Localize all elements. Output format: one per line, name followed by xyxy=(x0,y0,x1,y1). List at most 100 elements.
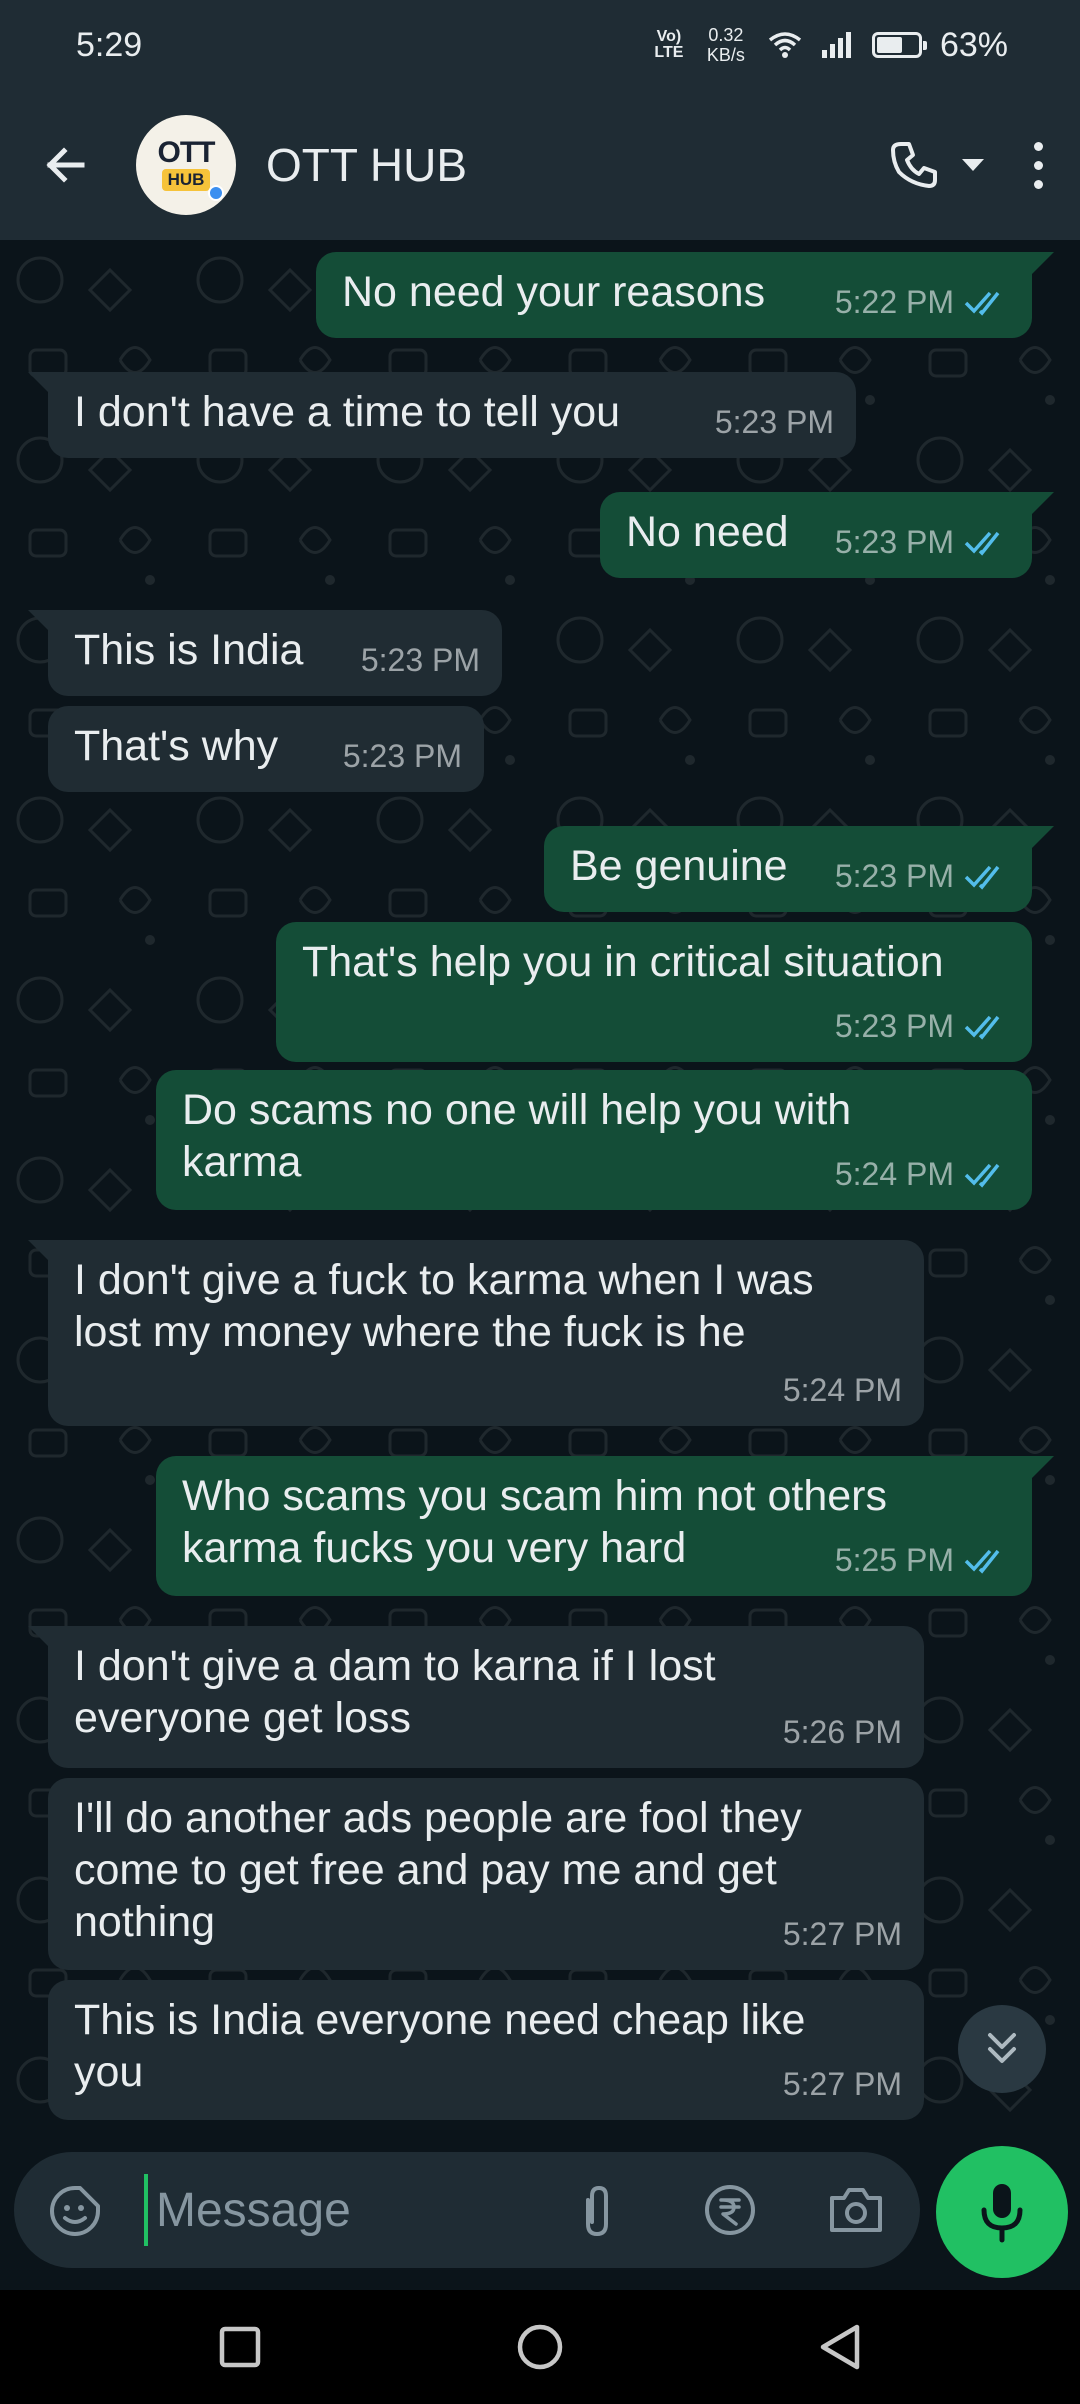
message-bubble-incoming[interactable]: This is India 5:23 PM xyxy=(28,610,502,696)
message-bubble-incoming[interactable]: I'll do another ads people are fool they… xyxy=(48,1778,924,1970)
verified-badge-icon xyxy=(208,185,224,201)
message-bubble-incoming[interactable]: I don't give a fuck to karma when I was … xyxy=(28,1240,924,1426)
message-text: This is India xyxy=(74,626,304,674)
message-bubble-outgoing[interactable]: No need your reasons 5:22 PM xyxy=(316,252,1054,338)
network-speed-value: 0.32 xyxy=(708,25,744,45)
message-time: 5:23 PM xyxy=(360,642,480,678)
message-time: 5:22 PM xyxy=(834,284,954,320)
arrow-left-icon xyxy=(46,147,85,183)
message-time: 5:23 PM xyxy=(834,858,954,894)
triangle-back-icon xyxy=(820,2324,860,2370)
message-meta: 5:23 PM xyxy=(835,516,1010,568)
status-bar: 5:29 Vo) LTE 0.32 KB/s 63% xyxy=(0,0,1080,90)
voice-message-button[interactable] xyxy=(936,2146,1068,2278)
message-time: 5:27 PM xyxy=(782,2066,902,2102)
message-text: No need your reasons xyxy=(342,268,766,316)
message-bubble-outgoing[interactable]: That's help you in critical situation 5:… xyxy=(276,922,1032,1062)
message-text-line: come to get free and pay me and get xyxy=(74,1846,777,1894)
message-text-line: everyone get loss xyxy=(74,1694,412,1742)
message-meta: 5:23 PM xyxy=(715,396,834,448)
message-bubble-outgoing[interactable]: Who scams you scam him not others karma … xyxy=(156,1456,1054,1596)
read-ticks-icon xyxy=(964,1015,1000,1040)
square-icon xyxy=(219,2326,261,2368)
network-speed: 0.32 KB/s xyxy=(702,25,750,65)
message-time: 5:23 PM xyxy=(342,738,462,774)
battery-icon xyxy=(871,32,927,58)
message-text: That's why xyxy=(74,722,279,770)
message-text-line: This is India everyone need cheap like xyxy=(74,1996,806,2044)
avatar-logo-text: OTT xyxy=(157,136,216,169)
message-meta: 5:27 PM xyxy=(783,2058,902,2110)
phone-icon xyxy=(891,142,937,188)
volte-lte-icon: Vo) LTE xyxy=(654,28,684,61)
message-text-line: lost my money where the fuck is he xyxy=(74,1308,746,1356)
avatar[interactable]: OTT HUB xyxy=(136,115,236,215)
message-bubble-outgoing[interactable]: Be genuine 5:23 PM xyxy=(544,826,1054,912)
message-text-line: karma fucks you very hard xyxy=(182,1524,687,1572)
message-time: 5:23 PM xyxy=(714,404,834,440)
message-text-line: I don't give a dam to karna if I lost xyxy=(74,1642,716,1690)
message-time: 5:27 PM xyxy=(782,1916,902,1952)
home-button[interactable] xyxy=(510,2317,570,2377)
message-text-line: I don't give a fuck to karma when I was xyxy=(74,1256,814,1304)
recents-button[interactable] xyxy=(210,2317,270,2377)
read-ticks-icon xyxy=(964,531,1000,556)
message-time: 5:26 PM xyxy=(782,1714,902,1750)
message-meta: 5:22 PM xyxy=(835,276,1010,328)
microphone-icon xyxy=(981,2184,1023,2243)
more-vert-icon xyxy=(1033,141,1043,151)
wifi-icon xyxy=(768,32,802,58)
message-text-line: I'll do another ads people are fool they xyxy=(74,1794,802,1842)
paperclip-icon[interactable] xyxy=(570,2182,626,2238)
message-meta: 5:26 PM xyxy=(783,1706,902,1758)
call-options-dropdown[interactable] xyxy=(962,159,984,171)
message-bubble-outgoing[interactable]: Do scams no one will help you with karma… xyxy=(156,1070,1032,1210)
message-bubble-incoming[interactable]: This is India everyone need cheap like y… xyxy=(48,1980,924,2120)
message-bubble-incoming[interactable]: That's why 5:23 PM xyxy=(48,706,484,792)
status-time: 5:29 xyxy=(76,25,143,64)
read-ticks-icon xyxy=(964,291,1000,316)
sticker-icon[interactable] xyxy=(48,2184,102,2238)
rupee-icon[interactable] xyxy=(702,2182,758,2238)
message-text-line: Do scams no one will help you with xyxy=(182,1086,852,1134)
battery-percent: 63% xyxy=(939,25,1008,64)
voice-call-button[interactable] xyxy=(884,135,944,195)
message-list[interactable]: No need your reasons 5:22 PM I don't hav… xyxy=(0,240,1080,2140)
message-meta: 5:24 PM xyxy=(835,1148,1010,1200)
battery-fill xyxy=(876,37,902,53)
camera-icon[interactable] xyxy=(826,2182,886,2238)
back-button[interactable] xyxy=(38,137,94,193)
message-time: 5:23 PM xyxy=(834,1008,954,1044)
status-icons: Vo) LTE 0.32 KB/s 63% xyxy=(654,25,1008,65)
message-text: Be genuine xyxy=(570,842,788,890)
scroll-to-bottom-button[interactable] xyxy=(958,2005,1046,2093)
network-speed-unit: KB/s xyxy=(706,45,745,65)
message-text-line: nothing xyxy=(74,1898,216,1946)
more-options-button[interactable] xyxy=(1028,135,1048,195)
message-input[interactable] xyxy=(144,2174,564,2246)
message-meta: 5:23 PM xyxy=(343,730,462,782)
system-navigation-bar xyxy=(0,2290,1080,2404)
message-time: 5:25 PM xyxy=(834,1542,954,1578)
message-meta: 5:23 PM xyxy=(361,634,480,686)
message-bubble-outgoing[interactable]: No need 5:23 PM xyxy=(600,492,1054,578)
message-text-line: you xyxy=(74,2048,144,2096)
read-ticks-icon xyxy=(964,865,1000,890)
message-bubble-incoming[interactable]: I don't give a dam to karna if I lost ev… xyxy=(28,1626,924,1768)
message-text: That's help you in critical situation xyxy=(302,938,944,986)
message-meta: 5:24 PM xyxy=(783,1364,902,1416)
header-actions xyxy=(884,135,1048,195)
composer-bar xyxy=(14,2152,920,2268)
contact-name[interactable]: OTT HUB xyxy=(266,138,467,192)
message-time: 5:24 PM xyxy=(834,1156,954,1192)
message-meta: 5:25 PM xyxy=(835,1534,1010,1586)
chat-header: OTT HUB OTT HUB xyxy=(0,90,1080,240)
message-meta: 5:23 PM xyxy=(835,850,1010,902)
read-ticks-icon xyxy=(964,1549,1000,1574)
message-text: No need xyxy=(626,508,789,556)
system-back-button[interactable] xyxy=(810,2317,870,2377)
message-bubble-incoming[interactable]: I don't have a time to tell you 5:23 PM xyxy=(28,372,856,458)
message-meta: 5:23 PM xyxy=(835,1000,1010,1052)
circle-icon xyxy=(517,2324,563,2370)
message-text-line: karma xyxy=(182,1138,302,1186)
